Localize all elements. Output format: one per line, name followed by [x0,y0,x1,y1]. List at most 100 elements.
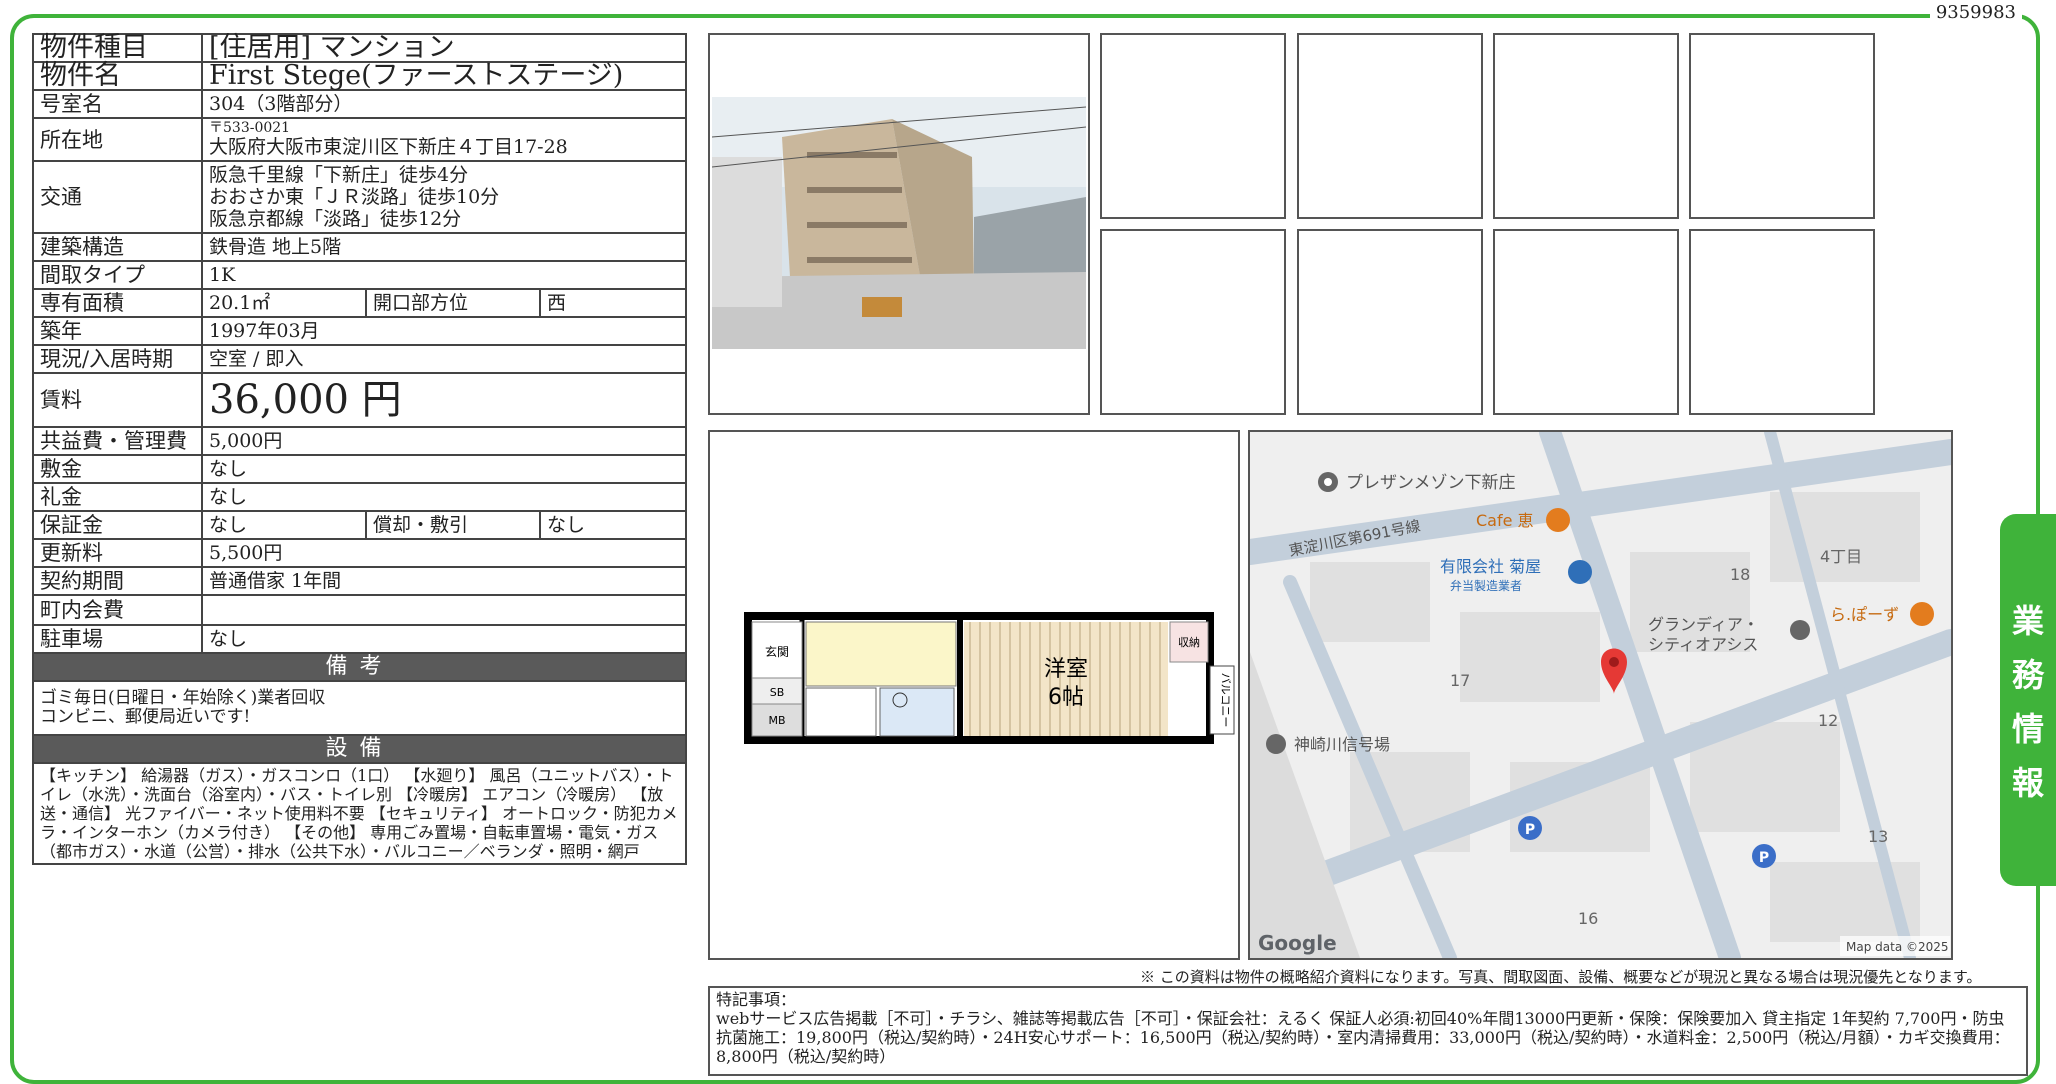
floorplan-entrance-label: 玄関 [765,644,789,659]
town-value [201,594,687,626]
floorplan-storage-label: 収納 [1178,636,1200,649]
thumbnail-slot[interactable] [1493,33,1679,219]
room-value: 304（3階部分） [201,89,687,119]
spec-row-area: 専有面積 20.1㎡ 開口部方位 西 [32,288,687,318]
spec-row-deposit: 敷金 なし [32,454,687,484]
status-label: 現況/入居時期 [32,344,203,374]
svg-text:P: P [1759,850,1769,866]
thumbnail-slot[interactable] [1689,229,1875,415]
spec-row-guarantee: 保証金 なし 償却・敷引 なし [32,510,687,540]
contract-value: 普通借家 1年間 [201,566,687,596]
spec-row-contract: 契約期間 普通借家 1年間 [32,566,687,596]
built-label: 築年 [32,316,203,346]
spec-row-renewal: 更新料 5,500円 [32,538,687,568]
remarks-header: 備考 [32,652,687,682]
side-tab-char: 業 [2011,602,2044,640]
floorplan-room-size: 6帖 [1048,685,1084,710]
special-notes-content: webサービス広告掲載［不可］・チラシ、雑誌等掲載広告［不可］・保証会社：えるく… [716,1009,2010,1066]
fee-value: 5,000円 [201,426,687,456]
contract-label: 契約期間 [32,566,203,596]
layout-value: 1K [201,260,687,290]
room-label: 号室名 [32,89,203,119]
map-label-block4: 12 [1818,711,1838,730]
town-label: 町内会費 [32,594,203,626]
amort-value: なし [539,510,687,540]
spec-row-room: 号室名 304（3階部分） [32,89,687,119]
map-label-place1: プレザンメゾン下新庄 [1346,473,1516,493]
map-label-apt2: シティオアシス [1648,635,1758,654]
thumbnail-slot[interactable] [1297,229,1483,415]
thumbnail-slot[interactable] [1493,229,1679,415]
direction-value: 西 [539,288,687,318]
amort-label: 償却・敷引 [365,510,541,540]
side-tab-char: 報 [2011,764,2044,802]
map-label-block1: 18 [1730,565,1750,584]
thumbnail-slot[interactable] [1100,33,1286,219]
address-text: 大阪府大阪市東淀川区下新庄４丁目17-28 [209,136,568,158]
floorplan-mb-label: MB [768,714,785,727]
direction-label: 開口部方位 [365,288,541,318]
rent-label: 賃料 [32,372,203,428]
spec-row-structure: 建築構造 鉄骨造 地上5階 [32,232,687,262]
type-value: [住居用] マンション [201,33,687,63]
map-label-signal: 神崎川信号場 [1294,735,1390,754]
map-label-apt: グランディア・ [1648,615,1759,634]
equipment-row: 【キッチン】 給湯器（ガス）・ガスコンロ（1口） 【水廻り】 風呂（ユニットバス… [32,762,687,865]
built-value: 1997年03月 [201,316,687,346]
equipment-content: 【キッチン】 給湯器（ガス）・ガスコンロ（1口） 【水廻り】 風呂（ユニットバス… [32,762,687,865]
floor-plan[interactable]: 玄関 SB MB 収納 洋室 6帖 バルコニー [708,430,1240,960]
keymoney-label: 礼金 [32,482,203,512]
location-map[interactable]: プレザンメゾン下新庄 Cafe 恵 東淀川区第691号線 有限会社 菊屋 弁当製… [1248,430,1953,960]
guarantee-label: 保証金 [32,510,203,540]
side-tab-char: 情 [2011,710,2044,748]
map-label-company: 有限会社 菊屋 [1440,557,1541,576]
floorplan-balcony-label: バルコニー [1219,673,1232,728]
deposit-label: 敷金 [32,454,203,484]
spec-row-town: 町内会費 [32,594,687,626]
thumbnail-slot[interactable] [1100,229,1286,415]
name-label: 物件名 [32,61,203,91]
map-label-block6: 16 [1578,909,1598,928]
remark-line: ゴミ毎日(日曜日・年始除く)業者回収 [40,688,326,708]
deposit-value: なし [201,454,687,484]
building-photo-frame [708,33,1090,415]
equipment-header-row: 設備 [32,734,687,764]
parking-value: なし [201,624,687,654]
spec-row-address: 所在地 〒533-0021 大阪府大阪市東淀川区下新庄４丁目17-28 [32,117,687,162]
guarantee-value: なし [201,510,367,540]
renewal-value: 5,500円 [201,538,687,568]
area-value: 20.1㎡ [201,288,367,318]
address-value: 〒533-0021 大阪府大阪市東淀川区下新庄４丁目17-28 [201,117,687,162]
spec-row-built: 築年 1997年03月 [32,316,687,346]
equipment-header: 設備 [32,734,687,764]
transit-label: 交通 [32,160,203,234]
map-label-block5: 13 [1868,827,1888,846]
area-label: 専有面積 [32,288,203,318]
thumbnail-slot[interactable] [1689,33,1875,219]
spec-row-fee: 共益費・管理費 5,000円 [32,426,687,456]
business-info-tab[interactable]: 業 務 情 報 [2000,514,2056,886]
address-label: 所在地 [32,117,203,162]
svg-text:P: P [1525,822,1535,838]
keymoney-value: なし [201,482,687,512]
map-label-company-sub: 弁当製造業者 [1450,578,1522,593]
parking-label: 駐車場 [32,624,203,654]
spec-row-layout: 間取タイプ 1K [32,260,687,290]
map-label-block3: 17 [1450,671,1470,690]
layout-label: 間取タイプ [32,260,203,290]
spec-row-parking: 駐車場 なし [32,624,687,654]
type-label: 物件種目 [32,33,203,63]
renewal-label: 更新料 [32,538,203,568]
property-spec-table: 物件種目 [住居用] マンション 物件名 First Stege(ファーストステ… [32,33,687,865]
remarks-row: ゴミ毎日(日曜日・年始除く)業者回収 コンビニ、郵便局近いです! [32,680,687,736]
thumbnail-slot[interactable] [1297,33,1483,219]
map-attribution: Map data ©2025 [1846,940,1949,954]
transit-line: おおさか東「ＪＲ淡路」徒歩10分 [209,186,500,208]
transit-line: 阪急千里線「下新庄」徒歩4分 [209,164,469,186]
building-photo[interactable] [712,97,1086,349]
address-zip: 〒533-0021 [209,120,291,136]
document-id: 9359983 [1929,2,2022,23]
remark-line: コンビニ、郵便局近いです! [40,707,251,727]
spec-row-name: 物件名 First Stege(ファーストステージ) [32,61,687,91]
fee-label: 共益費・管理費 [32,426,203,456]
